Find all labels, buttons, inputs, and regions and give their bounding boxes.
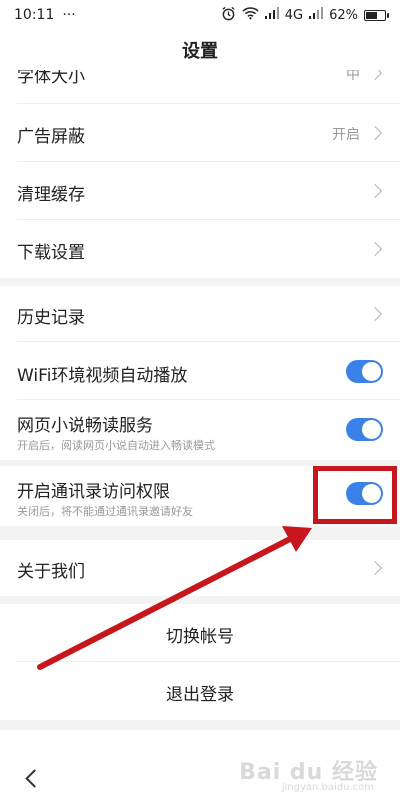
- row-clear-cache[interactable]: 清理缓存: [0, 162, 400, 220]
- row-font-size[interactable]: 字体大小 中: [0, 70, 400, 104]
- battery-percent: 62%: [329, 7, 358, 23]
- row-value: 开启: [332, 127, 360, 143]
- toggle-knob: [362, 420, 381, 439]
- row-label: 关于我们: [17, 562, 85, 582]
- button-label: 切换帐号: [166, 627, 234, 647]
- page-title-bar: 设置: [0, 30, 400, 70]
- row-label: 下载设置: [17, 243, 85, 263]
- novel-reading-toggle[interactable]: [346, 418, 383, 441]
- row-label: 历史记录: [17, 308, 85, 328]
- row-sublabel: 关闭后，将不能通过通讯录邀请好友: [17, 505, 193, 518]
- row-value: 中: [346, 70, 360, 83]
- wifi-autoplay-toggle[interactable]: [346, 360, 383, 383]
- switch-account-button[interactable]: 切换帐号: [0, 604, 400, 662]
- row-wifi-autoplay: WiFi环境视频自动播放: [0, 342, 400, 400]
- row-sublabel: 开启后，阅读网页小说自动进入畅读模式: [17, 439, 215, 452]
- chevron-right-icon: [367, 125, 383, 141]
- chevron-right-icon: [367, 560, 383, 576]
- row-history[interactable]: 历史记录: [0, 286, 400, 342]
- annotation-highlight-box: [313, 466, 397, 524]
- battery-icon: [364, 9, 389, 21]
- row-label: 网页小说畅读服务: [17, 416, 153, 436]
- row-ad-block[interactable]: 广告屏蔽 开启: [0, 104, 400, 162]
- page-title: 设置: [182, 41, 218, 62]
- logout-button[interactable]: 退出登录: [0, 662, 400, 720]
- battery-level: [366, 11, 377, 19]
- wifi-icon: [242, 6, 259, 24]
- row-download-settings[interactable]: 下载设置: [0, 220, 400, 278]
- alarm-icon: [221, 6, 236, 25]
- button-label: 退出登录: [166, 685, 234, 705]
- row-label: 清理缓存: [17, 185, 85, 205]
- row-label: 字体大小: [17, 70, 85, 87]
- status-bar: 10:11 ··· 4G 62%: [0, 0, 400, 30]
- row-label: 开启通讯录访问权限: [17, 482, 170, 502]
- network-type: 4G: [284, 7, 304, 23]
- row-novel-reading: 网页小说畅读服务 开启后，阅读网页小说自动进入畅读模式: [0, 400, 400, 460]
- status-bar-right: 4G 62%: [221, 6, 389, 25]
- status-bar-left: 10:11 ···: [14, 7, 76, 23]
- signal-icon: [309, 7, 324, 23]
- watermark-url: jingyan.baidu.com: [281, 782, 374, 793]
- chevron-right-icon: [367, 70, 383, 81]
- bottom-nav: Bai du 经验 jingyan.baidu.com: [0, 730, 400, 800]
- status-time: 10:11: [14, 7, 55, 23]
- row-label: WiFi环境视频自动播放: [17, 366, 188, 386]
- chevron-right-icon: [367, 306, 383, 322]
- chevron-right-icon: [367, 241, 383, 257]
- chevron-right-icon: [367, 183, 383, 199]
- toggle-knob: [362, 362, 381, 381]
- notification-dots: ···: [62, 7, 76, 23]
- back-arrow-icon[interactable]: [25, 769, 44, 788]
- row-label: 广告屏蔽: [17, 127, 85, 147]
- settings-list[interactable]: 字体大小 中 广告屏蔽 开启 清理缓存 下载设置 历史记录 WiFi环境视频自动…: [0, 70, 400, 730]
- row-about-us[interactable]: 关于我们: [0, 540, 400, 596]
- signal-icon: [264, 7, 279, 23]
